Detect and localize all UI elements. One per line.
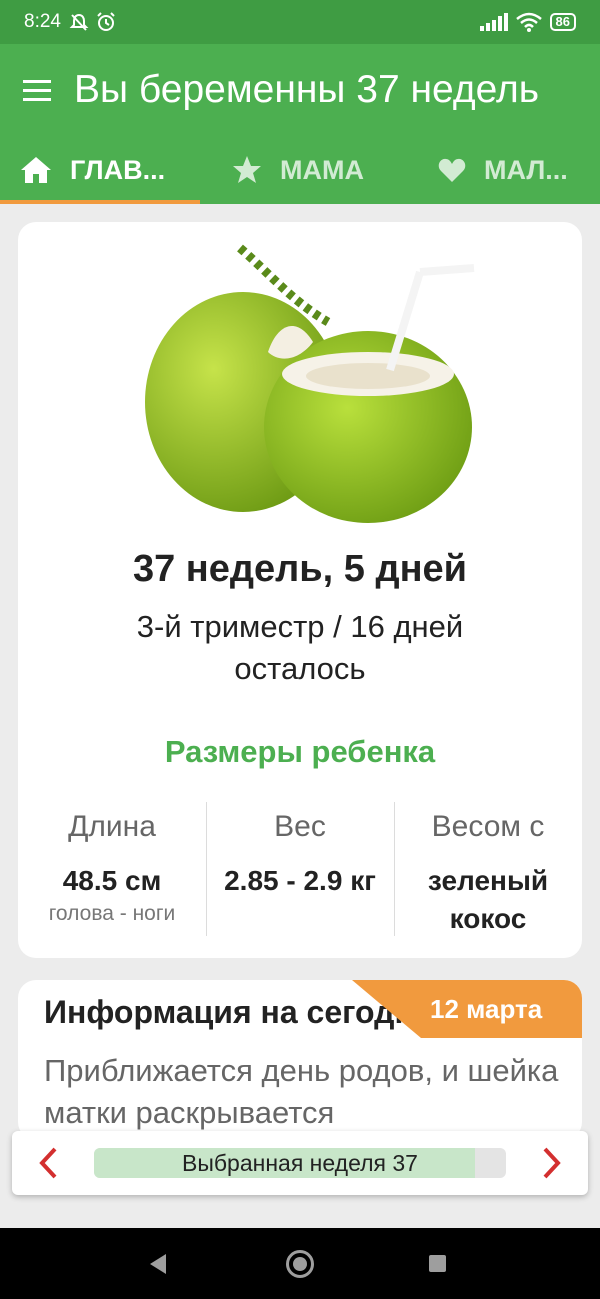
recents-icon[interactable] [429, 1255, 446, 1272]
length-stat: Длина 48.5 см голова - ноги [18, 802, 206, 936]
length-header: Длина [68, 810, 156, 843]
home-circle-icon[interactable] [286, 1250, 314, 1278]
tab-mom-label: МАМА [280, 154, 364, 185]
menu-button[interactable] [0, 44, 74, 136]
next-week-button[interactable] [520, 1131, 584, 1195]
green-coconut-image [145, 244, 475, 523]
app-title: Вы беременны 37 недель [74, 68, 540, 111]
battery-indicator: 86 [549, 13, 576, 31]
tab-main-label: ГЛАВ... [70, 154, 166, 185]
weight-stat: Вес 2.85 - 2.9 кг [206, 802, 394, 936]
tab-baby-label: МАЛ... [484, 154, 568, 185]
hamburger-icon [23, 77, 51, 104]
week-selector: Выбранная неделя 37 [12, 1131, 588, 1195]
length-value: 48.5 см [62, 865, 162, 896]
status-time: 8:24 [24, 11, 61, 32]
selected-week-label: Выбранная неделя 37 [182, 1150, 418, 1176]
wifi-icon [515, 12, 542, 32]
size-comparison-stat: Весом с зеленый кокос [394, 802, 582, 936]
daily-info-title: Информация на сегодня [44, 994, 433, 1030]
daily-info-card[interactable]: Информация на сегодня 12 марта Приближае… [18, 980, 582, 1140]
weeks-days-heading: 37 недель, 5 дней [132, 548, 468, 590]
trimester-text: 3-й триместр / 16 дней осталось [136, 609, 464, 686]
tab-baby[interactable]: МАЛ... [416, 136, 600, 204]
weight-value: 2.85 - 2.9 кг [224, 865, 376, 896]
week-summary-card: 37 недель, 5 дней 3-й триместр / 16 дней… [18, 222, 582, 958]
signal-icon [479, 13, 508, 31]
length-subtitle: голова - ноги [48, 902, 176, 925]
week-progress-bar: Выбранная неделя 37 [94, 1148, 506, 1178]
tab-bar: ГЛАВ... МАМА МАЛ... [0, 136, 600, 204]
baby-stats: Длина 48.5 см голова - ноги Вес 2.85 - 2… [18, 802, 582, 936]
size-comparison-header: Весом с [431, 810, 545, 843]
weight-header: Вес [274, 810, 326, 843]
status-bar: 8:24 86 [0, 0, 600, 44]
back-icon[interactable] [150, 1254, 166, 1274]
daily-info-text: Приближается день родов, и шейка матки р… [44, 1053, 559, 1130]
tab-main[interactable]: ГЛАВ... [0, 136, 200, 204]
previous-week-button[interactable] [16, 1131, 80, 1195]
chevron-left-icon [39, 1147, 57, 1179]
app-bar: Вы беременны 37 недель [0, 44, 600, 136]
system-nav-bar [0, 1228, 600, 1299]
heart-icon [438, 158, 466, 182]
size-comparison-value: зеленый кокос [427, 865, 549, 934]
star-icon [233, 156, 261, 183]
notifications-off-icon [69, 13, 89, 31]
date-badge-text: 12 марта [430, 993, 543, 1024]
home-icon [21, 157, 51, 183]
chevron-right-icon [543, 1147, 561, 1179]
alarm-icon [97, 12, 115, 31]
baby-sizes-title: Размеры ребенка [164, 734, 436, 769]
tab-mom[interactable]: МАМА [200, 136, 416, 204]
